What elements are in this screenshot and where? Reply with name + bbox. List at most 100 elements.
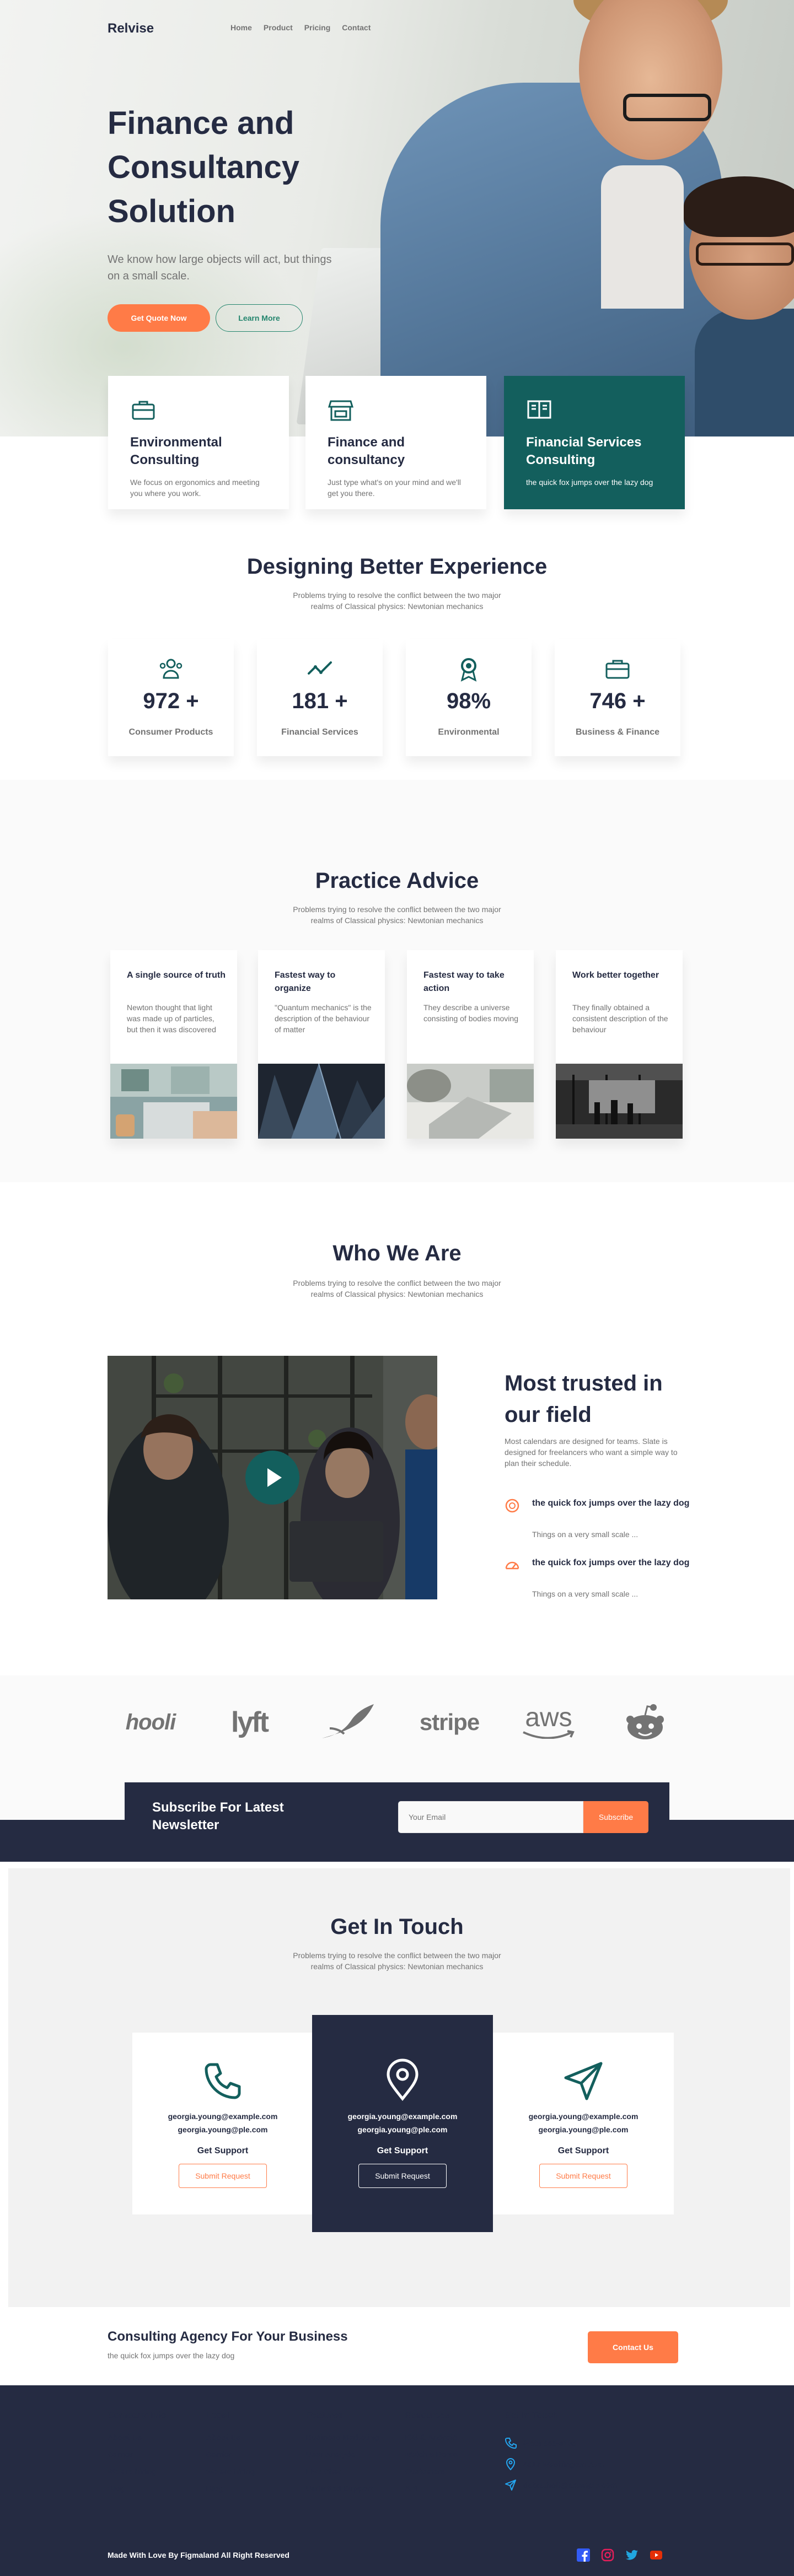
footer-link[interactable]: Unlimited Support xyxy=(306,2484,379,2493)
footer-column-title: Legal xyxy=(206,2411,229,2420)
contact-email-primary[interactable]: georgia.young@example.com xyxy=(312,2110,493,2123)
feature-title: Financial Services Consulting xyxy=(526,435,642,467)
contact-email-secondary[interactable]: georgia.young@ple.com xyxy=(132,2123,313,2136)
practice-card-image-team xyxy=(556,1064,683,1139)
facebook-icon[interactable] xyxy=(577,2548,590,2562)
practice-card-text: Newton thought that light was made up of… xyxy=(127,1003,216,1034)
practice-card-image-office xyxy=(110,1064,237,1139)
submit-request-button[interactable]: Submit Request xyxy=(539,2164,627,2188)
contact-email-secondary[interactable]: georgia.young@ple.com xyxy=(493,2123,674,2136)
practice-card[interactable]: Fastest way to take action They describe… xyxy=(407,950,534,1139)
location-icon xyxy=(506,2458,516,2470)
hero-man-shirt xyxy=(601,165,684,309)
stat-card-financial-services: 181 + Financial Services xyxy=(257,639,383,756)
contact-email-primary[interactable]: georgia.young@example.com xyxy=(132,2110,313,2123)
site-logo[interactable]: Relvise xyxy=(108,21,154,36)
contact-email-primary[interactable]: georgia.young@example.com xyxy=(493,2110,674,2123)
footer-link[interactable]: Carrier xyxy=(206,2450,255,2459)
play-button[interactable] xyxy=(245,1451,299,1505)
footer-link[interactable]: About Us xyxy=(108,2433,167,2442)
submit-request-button[interactable]: Submit Request xyxy=(179,2164,267,2188)
nav-link-contact[interactable]: Contact xyxy=(342,23,371,32)
practice-card[interactable]: A single source of truth Newton thought … xyxy=(110,950,237,1139)
contact-us-button[interactable]: Contact Us xyxy=(588,2331,678,2363)
store-icon xyxy=(328,400,354,421)
footer-link[interactable]: User Analytic xyxy=(306,2450,379,2459)
practice-card-image-buildings xyxy=(258,1064,385,1139)
newsletter-box: Subscribe For Latest Newsletter Subscrib… xyxy=(125,1782,669,1853)
footer-column-resources: Resources IOS & Android Watch a Demo Cus… xyxy=(405,2411,458,2501)
footer-link[interactable]: Blog xyxy=(108,2484,167,2493)
footer-column-title: Company Info xyxy=(108,2411,167,2420)
footer-column-legal: Legal About Us Carrier We are hiring Blo… xyxy=(206,2411,255,2501)
footer-link[interactable]: Watch a Demo xyxy=(405,2450,458,2459)
footer-link[interactable]: Carrier xyxy=(108,2450,167,2459)
lyft-logo: lyft xyxy=(231,1706,269,1738)
footer-link[interactable]: Blog xyxy=(206,2484,255,2493)
footer-link[interactable]: Customers xyxy=(405,2467,458,2476)
footer-link[interactable]: API xyxy=(405,2484,458,2493)
contact-subtitle: Problems trying to resolve the conflict … xyxy=(293,1951,501,1971)
submit-request-button[interactable]: Submit Request xyxy=(358,2164,447,2188)
footer-link[interactable]: We are hiring xyxy=(108,2467,167,2476)
footer-link[interactable]: Live Chat xyxy=(306,2467,379,2476)
practice-card-title: A single source of truth xyxy=(127,971,226,980)
hero-woman-shoulder xyxy=(695,309,794,436)
stat-label: Financial Services xyxy=(281,727,358,737)
nav-link-home[interactable]: Home xyxy=(230,23,252,32)
contact-title: Get In Touch xyxy=(330,1915,464,1939)
footer-column-get-in-touch: Get In Touch xyxy=(505,2411,558,2433)
newsletter-title: Subscribe For Latest Newsletter xyxy=(152,1800,284,1833)
practice-card[interactable]: Work better together They finally obtain… xyxy=(556,950,683,1139)
cta-subtitle: the quick fox jumps over the lazy dog xyxy=(108,2351,235,2360)
aws-smile-icon xyxy=(523,1730,575,1739)
nav-link-product[interactable]: Product xyxy=(264,23,293,32)
nav-link-pricing[interactable]: Pricing xyxy=(304,23,330,32)
footer-phone[interactable]: (480) 555-0103 xyxy=(505,2437,576,2449)
briefcase-icon xyxy=(132,401,155,420)
contact-email-secondary[interactable]: georgia.young@ple.com xyxy=(312,2123,493,2136)
experience-subtitle: Problems trying to resolve the conflict … xyxy=(293,591,501,611)
stat-value: 972 + xyxy=(143,689,199,713)
feature-card-finance[interactable]: Finance and consultancy Just type what's… xyxy=(305,376,486,509)
stat-label: Environmental xyxy=(438,727,500,737)
footer-address[interactable]: 4517 Washington Ave. xyxy=(505,2458,604,2470)
learn-more-button[interactable]: Learn More xyxy=(216,304,303,332)
trend-icon xyxy=(308,661,332,675)
practice-card-text: "Quantum mechanics" is the description o… xyxy=(275,1003,372,1034)
stat-card-consumer-products: 972 + Consumer Products xyxy=(108,639,234,756)
copyright-text: Made With Love By Figmaland All Right Re… xyxy=(108,2551,289,2559)
experience-title: Designing Better Experience xyxy=(246,554,548,579)
youtube-icon[interactable] xyxy=(650,2548,663,2562)
practice-card-title: Fastest way to organize xyxy=(275,971,336,993)
footer-email[interactable]: debra.holt@example.com xyxy=(505,2479,617,2491)
hooli-logo: hooli xyxy=(125,1710,176,1734)
users-icon xyxy=(159,659,183,679)
get-quote-button[interactable]: Get Quote Now xyxy=(108,304,210,332)
contact-card-heading: Get Support xyxy=(557,2146,609,2155)
video-thumbnail[interactable] xyxy=(108,1356,437,1599)
stripe-logo: stripe xyxy=(419,1709,480,1735)
footer-link[interactable]: Business Marketing xyxy=(306,2433,379,2442)
phone-icon xyxy=(205,2063,241,2099)
contact-card-heading: Get Support xyxy=(377,2146,428,2155)
twitter-icon[interactable] xyxy=(625,2548,639,2562)
footer-link[interactable]: About Us xyxy=(206,2433,255,2442)
footer-link[interactable]: We are hiring xyxy=(206,2467,255,2476)
footer-column-features: Features Business Marketing User Analyti… xyxy=(306,2411,379,2501)
who-we-are-title: Who We Are xyxy=(332,1241,462,1265)
stat-value: 746 + xyxy=(589,689,646,713)
instagram-icon[interactable] xyxy=(601,2548,614,2562)
footer-email-text: debra.holt@example.com xyxy=(523,2481,618,2489)
send-icon xyxy=(505,2480,516,2491)
hero-man-glasses xyxy=(623,94,711,121)
subscribe-button[interactable]: Subscribe xyxy=(583,1801,648,1833)
phone-icon xyxy=(505,2438,517,2449)
practice-card[interactable]: Fastest way to organize "Quantum mechani… xyxy=(258,950,385,1139)
footer-link[interactable]: IOS & Android xyxy=(405,2433,458,2442)
stat-label: Consumer Products xyxy=(128,727,213,737)
feature-card-financial-services[interactable]: Financial Services Consulting the quick … xyxy=(504,376,685,509)
newsletter-email-input[interactable] xyxy=(398,1801,583,1833)
feature-card-environmental[interactable]: Environmental Consulting We focus on erg… xyxy=(108,376,289,509)
practice-card-text: They describe a universe consisting of b… xyxy=(423,1003,518,1023)
